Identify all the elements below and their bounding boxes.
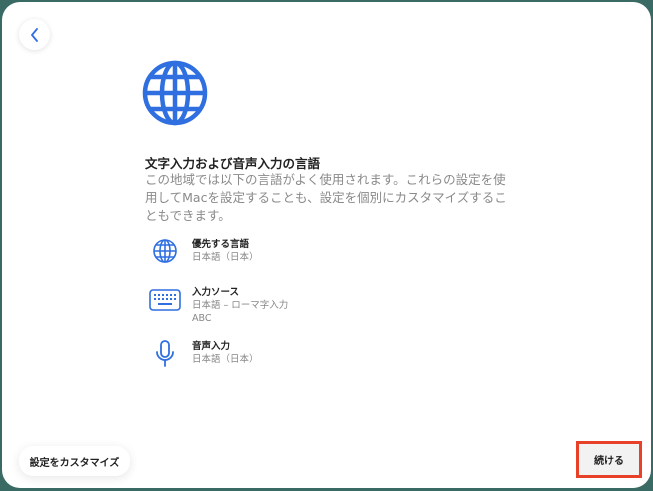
microphone-icon <box>156 340 174 367</box>
globe-icon <box>153 239 177 263</box>
back-button[interactable] <box>19 19 50 50</box>
keyboard-icon <box>149 289 181 311</box>
continue-button[interactable]: 続ける <box>576 441 642 478</box>
chevron-left-icon <box>30 27 38 42</box>
customize-settings-button[interactable]: 設定をカスタマイズ <box>19 446 130 476</box>
globe-icon <box>142 60 208 126</box>
list-item-dictation: 音声入力 日本語（日本） <box>149 340 259 368</box>
list-item-input-source: 入力ソース 日本語 – ローマ字入力 ABC <box>149 286 288 325</box>
setup-window: 文字入力および音声入力の言語 この地域では以下の言語がよく使用されます。これらの… <box>2 2 651 488</box>
page-title: 文字入力および音声入力の言語 <box>145 156 321 171</box>
list-item-preferred-language: 優先する言語 日本語（日本） <box>149 238 259 264</box>
page-description: この地域では以下の言語がよく使用されます。これらの設定を使用してMacを設定する… <box>145 172 507 223</box>
